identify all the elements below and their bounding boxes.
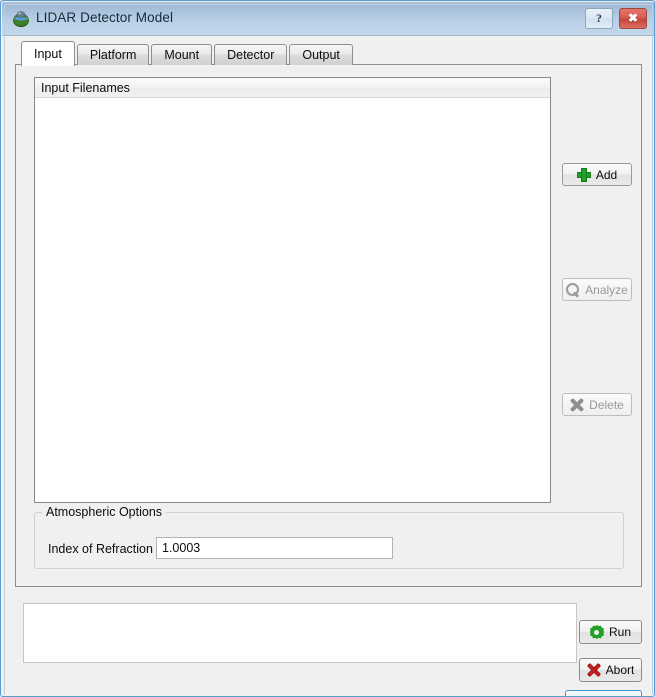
x-mark-icon [570, 397, 585, 412]
plus-icon [576, 167, 591, 182]
abort-button[interactable]: Abort [579, 658, 642, 682]
run-button[interactable]: Run [579, 620, 642, 644]
tab-mount[interactable]: Mount [151, 44, 213, 65]
column-header-label: Input Filenames [41, 80, 130, 95]
tab-label: Detector [227, 48, 275, 62]
delete-button[interactable]: Delete [562, 393, 632, 416]
run-button-label: Run [608, 625, 631, 639]
question-mark-icon: ? [596, 11, 602, 25]
index-of-refraction-label: Index of Refraction [48, 542, 153, 556]
title-bar: LIDAR Detector Model ? ✖ [2, 2, 654, 36]
status-log-panel[interactable] [23, 603, 577, 663]
input-filenames-list[interactable]: Input Filenames [34, 77, 551, 503]
analyze-button[interactable]: Analyze [562, 278, 632, 301]
tab-label: Output [302, 48, 340, 62]
close-icon: ✖ [627, 11, 639, 25]
globe-icon [11, 9, 31, 29]
application-window: LIDAR Detector Model ? ✖ Input Platform … [0, 0, 655, 697]
tab-detector[interactable]: Detector [214, 44, 288, 65]
tab-output[interactable]: Output [289, 44, 353, 65]
delete-button-label: Delete [589, 397, 624, 412]
x-mark-icon [586, 662, 601, 678]
client-area: Input Platform Mount Detector Output Inp… [5, 36, 652, 696]
tab-bar: Input Platform Mount Detector Output [21, 41, 355, 66]
window-close-button[interactable]: ✖ [619, 8, 647, 29]
tab-label: Mount [164, 48, 200, 62]
abort-button-label: Abort [605, 663, 635, 677]
window-title: LIDAR Detector Model [36, 10, 174, 25]
atmospheric-options-legend: Atmospheric Options [42, 505, 167, 519]
analyze-button-label: Analyze [585, 282, 628, 297]
tab-label: Input [34, 47, 62, 61]
tab-panel-input: Input Filenames Add Analyze Delete Atmos… [15, 64, 642, 587]
input-filenames-list-body[interactable] [35, 98, 550, 502]
tab-input[interactable]: Input [21, 41, 75, 66]
add-button[interactable]: Add [562, 163, 632, 186]
gear-icon [589, 625, 604, 639]
input-filenames-column-header[interactable]: Input Filenames [35, 78, 550, 98]
tab-platform[interactable]: Platform [76, 44, 150, 65]
tab-label: Platform [89, 48, 137, 62]
help-button[interactable]: ? [585, 8, 613, 29]
index-of-refraction-input[interactable] [156, 537, 393, 559]
magnifier-icon [566, 282, 580, 297]
close-dialog-button[interactable]: Close [565, 690, 642, 696]
add-button-label: Add [595, 167, 618, 182]
